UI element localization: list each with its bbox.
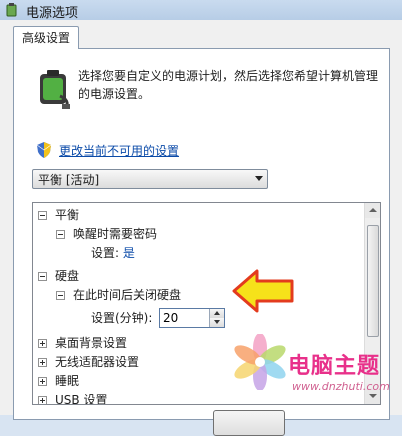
setting-label: 设置: [91, 246, 120, 260]
tree-item-label: 平衡 [55, 208, 80, 222]
change-unavailable-settings-link[interactable]: 更改当前不可用的设置 [59, 142, 179, 159]
chevron-down-icon[interactable] [255, 176, 263, 181]
flower-logo-icon [234, 334, 286, 390]
minutes-stepper[interactable] [159, 308, 225, 328]
arrow-left-icon [232, 269, 294, 313]
tree-item-label: 睡眠 [55, 374, 80, 388]
expand-icon[interactable] [38, 339, 47, 348]
battery-plug-icon [40, 70, 70, 109]
tree-item-label: 硬盘 [55, 269, 80, 283]
expand-icon[interactable] [38, 396, 47, 404]
power-plan-select[interactable]: 平衡 [活动] [32, 169, 268, 189]
setting-label: 设置(分钟): [91, 311, 153, 325]
tree-item-minutes-setting: 设置(分钟): [91, 309, 152, 327]
collapse-icon[interactable] [56, 291, 65, 300]
power-plan-value: 平衡 [活动] [38, 173, 100, 187]
minutes-input[interactable] [160, 309, 207, 327]
scroll-up-icon[interactable] [365, 203, 380, 218]
setting-value[interactable]: 是 [123, 246, 135, 260]
watermark-title: 电脑主题 [288, 354, 381, 379]
window-title: 电源选项 [26, 6, 79, 21]
power-options-icon [6, 3, 17, 17]
tree-item-label: USB 设置 [55, 393, 108, 405]
title-bar: 电源选项 [0, 0, 402, 21]
collapse-icon[interactable] [56, 230, 65, 239]
description-text: 选择您要自定义的电源计划，然后选择您希望计算机管理的电源设置。 [78, 69, 379, 101]
tree-item-label: 在此时间后关闭硬盘 [73, 288, 182, 302]
expand-icon[interactable] [38, 377, 47, 386]
collapse-icon[interactable] [38, 211, 47, 220]
collapse-icon[interactable] [38, 272, 47, 281]
tab-advanced-settings[interactable]: 高级设置 [13, 26, 79, 49]
tree-item-label: 无线适配器设置 [55, 355, 140, 369]
tree-item-label: 唤醒时需要密码 [73, 227, 158, 241]
watermark-url: www.dnzhuti.com [292, 380, 390, 393]
watermark: 电脑主题 www.dnzhuti.com [232, 334, 400, 412]
tree-item-wake-password-setting[interactable]: 设置: 是 [91, 244, 135, 262]
tree-item-label: 桌面背景设置 [55, 336, 128, 350]
expand-icon[interactable] [38, 358, 47, 367]
stepper-down-icon[interactable] [209, 318, 224, 327]
scroll-thumb[interactable] [367, 225, 379, 337]
uac-shield-icon [37, 142, 51, 158]
ok-button[interactable] [213, 410, 285, 436]
